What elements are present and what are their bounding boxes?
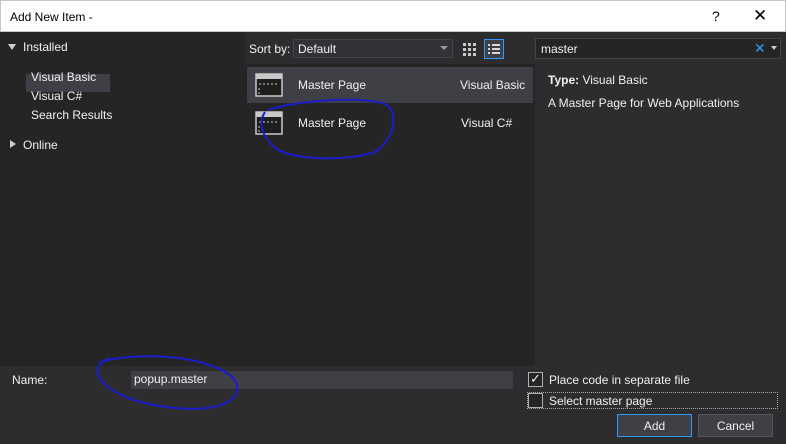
place-code-label[interactable]: Place code in separate file [549, 373, 690, 387]
cancel-button[interactable]: Cancel [698, 414, 773, 437]
details-description: A Master Page for Web Applications [548, 96, 740, 110]
list-view-button[interactable] [484, 39, 504, 59]
type-value: Visual Basic [582, 73, 648, 87]
expand-online-icon[interactable] [10, 140, 16, 148]
name-input[interactable]: popup.master [131, 371, 513, 389]
select-master-checkbox[interactable] [528, 393, 543, 408]
sort-label: Sort by: [249, 42, 291, 56]
dropdown-arrow-icon [440, 46, 448, 50]
template-item-master-page-cs[interactable]: Master Page Visual C# [247, 105, 533, 141]
search-box[interactable]: master ✕ [535, 38, 781, 59]
place-code-checkbox[interactable] [528, 371, 543, 387]
tile-view-button[interactable] [459, 39, 479, 59]
tree-item-visual-basic[interactable]: Visual Basic [31, 70, 96, 84]
close-button[interactable]: ✕ [753, 6, 767, 26]
master-page-icon [255, 73, 283, 97]
expand-installed-icon[interactable] [8, 44, 16, 50]
name-label: Name: [12, 373, 48, 387]
select-master-label[interactable]: Select master page [549, 394, 652, 408]
master-page-icon [255, 111, 283, 135]
tree-item-visual-csharp[interactable]: Visual C# [31, 89, 82, 103]
template-name: Master Page [298, 116, 367, 130]
template-name: Master Page [298, 78, 367, 92]
type-label: Type: [548, 73, 580, 87]
search-input[interactable]: master [541, 42, 578, 56]
sort-value: Default [298, 42, 337, 56]
sort-bar: Sort by: Default [245, 32, 535, 64]
window-title: Add New Item - [10, 10, 93, 24]
tile-view-icon [463, 43, 476, 56]
tree-item-online[interactable]: Online [23, 138, 58, 152]
template-item-master-page-vb[interactable]: Master Page Visual Basic [247, 67, 533, 103]
template-language: Visual C# [461, 116, 513, 130]
title-bar: Add New Item - ? ✕ [0, 0, 786, 32]
tree-item-search-results[interactable]: Search Results [31, 108, 112, 122]
list-view-icon [488, 44, 500, 54]
help-button[interactable]: ? [712, 8, 720, 24]
add-button[interactable]: Add [617, 414, 692, 437]
template-language: Visual Basic [460, 78, 526, 92]
details-type: Type: Visual Basic [548, 73, 648, 87]
search-clear-icon[interactable]: ✕ [754, 40, 766, 57]
search-options-icon[interactable] [771, 46, 777, 50]
tree-item-installed[interactable]: Installed [23, 40, 68, 54]
sort-dropdown[interactable]: Default [293, 39, 453, 58]
